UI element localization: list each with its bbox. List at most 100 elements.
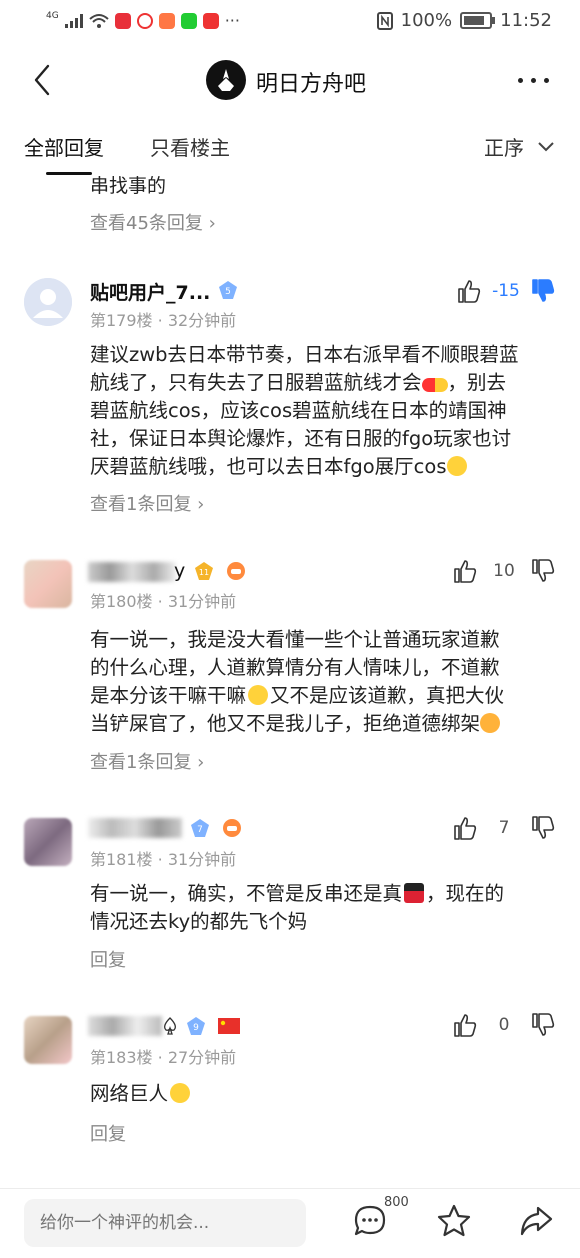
signal-icon (64, 13, 83, 28)
username[interactable]: 贴吧用户_7... (90, 278, 210, 305)
floor-number: 第179楼 (90, 311, 153, 330)
top-nav: 明日方舟吧 (0, 48, 580, 112)
bottom-action-bar: 800 (0, 1188, 580, 1258)
post-meta: 第183楼 · 27分钟前 (90, 1048, 237, 1067)
reader-app-icon (180, 12, 197, 29)
reply-button[interactable]: 回复 (90, 1120, 126, 1146)
floor-number: 第180楼 (90, 592, 153, 611)
network-indicator: 4G (46, 10, 59, 21)
content-line: 是本分该干嘛干嘛 又不是应该道歉，真把大伙 (90, 684, 505, 707)
like-count: -15 (492, 281, 520, 301)
post-time: 27分钟前 (167, 1048, 237, 1067)
post-content: 建议zwb去日本带节奏，日本右派早看不顺眼碧蓝 航线了，只有失去了日服碧蓝航线才… (90, 341, 560, 481)
huawei-icon (202, 12, 219, 29)
post-meta: 第179楼 · 32分钟前 (90, 311, 237, 330)
view-replies-link[interactable]: 查看1条回复 › (90, 490, 204, 516)
content-line: 有一说一，确实，不管是反串还是真 ，现在的 (90, 882, 505, 905)
weibo-icon (136, 12, 153, 29)
sort-label: 正序 (484, 136, 524, 160)
wifi-icon (89, 13, 109, 28)
svg-text:11: 11 (199, 568, 209, 577)
tongue-emoji-icon (480, 713, 501, 733)
like-count: 0 (498, 1015, 510, 1035)
forum-title: 明日方舟吧 (256, 72, 367, 97)
post-time: 31分钟前 (167, 592, 237, 611)
default-avatar-icon (24, 278, 72, 326)
view-replies-label: 查看1条回复 (90, 494, 192, 515)
view-replies-label: 查看45条回复 (90, 213, 203, 234)
post-meta: 第180楼 · 31分钟前 (90, 592, 237, 611)
content-line: 当铲屎官了，他又不是我儿子，拒绝道德绑架 (90, 710, 560, 738)
chevron-down-icon (538, 141, 554, 151)
tab-all-replies[interactable]: 全部回复 (24, 132, 104, 161)
content-line: 社，保证日本舆论爆炸，还有日服的fgo玩家也讨 (90, 427, 512, 450)
battery-icon (460, 12, 496, 29)
username[interactable]: y (174, 560, 185, 582)
content-line: 建议zwb去日本带节奏，日本右派早看不顺眼碧蓝 (90, 343, 519, 366)
floor-number: 第181楼 (90, 850, 153, 869)
forum-logo[interactable] (206, 60, 246, 100)
post-content: 网络巨人 (90, 1080, 560, 1108)
tab-owner-only[interactable]: 只看楼主 (150, 132, 230, 161)
view-replies-link[interactable]: 查看45条回复 › (90, 209, 216, 235)
clock: 11:52 (500, 10, 552, 31)
dislike-icon[interactable] (530, 815, 556, 841)
level-badge-icon: 5 (219, 281, 237, 299)
comment-input[interactable] (24, 1199, 306, 1247)
thinking-emoji-icon (248, 685, 269, 705)
reply-tabs: 全部回复 只看楼主 正序 (0, 120, 580, 175)
like-icon[interactable] (452, 1012, 478, 1038)
share-icon[interactable] (518, 1203, 554, 1239)
content-line: 航线了，只有失去了日服碧蓝航线才会 ，别去 (90, 371, 507, 394)
comment-icon[interactable] (352, 1203, 388, 1239)
like-icon[interactable] (452, 558, 478, 584)
sort-dropdown[interactable]: 正序 (484, 132, 554, 161)
reply-button[interactable]: 回复 (90, 946, 126, 972)
view-replies-link[interactable]: 查看1条回复 › (90, 748, 204, 774)
game-controller-icon (227, 562, 245, 580)
dislike-icon-active[interactable] (530, 278, 556, 304)
dislike-icon[interactable] (530, 558, 556, 584)
content-line: 厌碧蓝航线哦，也可以去日本fgo展厅cos (90, 453, 560, 481)
view-replies-label: 查看1条回复 (90, 752, 192, 773)
post-meta: 第181楼 · 31分钟前 (90, 850, 237, 869)
previous-post-text: 串找事的 (90, 175, 167, 197)
avatar[interactable] (24, 278, 72, 326)
avatar[interactable] (24, 1016, 72, 1064)
post-content: 有一说一，确实，不管是反串还是真 ，现在的 情况还去ky的都先飞个妈 (90, 880, 560, 936)
like-icon[interactable] (456, 278, 482, 304)
svg-text:9: 9 (193, 1023, 199, 1033)
content-line: 有一说一，我是没大看懂一些个让普通玩家道歉 (90, 628, 500, 651)
back-button[interactable] (28, 62, 62, 98)
svg-text:5: 5 (225, 287, 231, 297)
game-controller-icon (223, 819, 241, 837)
nfc-icon (376, 11, 393, 30)
content-line: 的什么心理，人道歉算情分有人情味儿，不道歉 (90, 656, 500, 679)
avatar[interactable] (24, 818, 72, 866)
dislike-icon[interactable] (530, 1012, 556, 1038)
active-tab-indicator (46, 172, 92, 175)
spade-icon (164, 1017, 176, 1035)
star-icon[interactable] (436, 1203, 472, 1239)
more-options-button[interactable] (518, 68, 550, 88)
status-bar: 4G ··· 100% 11:52 (0, 0, 580, 44)
post-content: 有一说一，我是没大看懂一些个让普通玩家道歉 的什么心理，人道歉算情分有人情味儿，… (90, 626, 560, 738)
like-count: 10 (493, 561, 515, 581)
app-notification-icon (114, 12, 131, 29)
video-app-icon (158, 12, 175, 29)
rhodes-island-icon (218, 69, 234, 91)
battery-percent: 100% (400, 10, 453, 31)
post-time: 32分钟前 (167, 311, 237, 330)
guard-emoji-icon (404, 883, 425, 903)
more-notifications-icon: ··· (224, 11, 240, 30)
smile-emoji-icon (446, 456, 467, 476)
level-badge-icon: 11 (195, 562, 213, 580)
avatar[interactable] (24, 560, 72, 608)
content-line: 碧蓝航线cos，应该cos碧蓝航线在日本的靖国神 (90, 399, 507, 422)
content-line: 网络巨人 (90, 1080, 560, 1108)
username-blurred (88, 562, 176, 582)
like-count: 7 (498, 818, 510, 838)
username-blurred (88, 1016, 162, 1036)
floor-number: 第183楼 (90, 1048, 153, 1067)
like-icon[interactable] (452, 815, 478, 841)
